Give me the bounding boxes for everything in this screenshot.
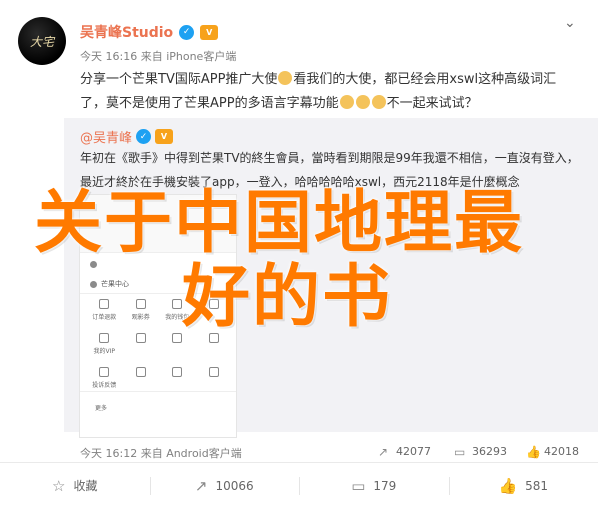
repost-forward-count[interactable]: ↗ 42077: [378, 445, 431, 458]
grid-icon: [172, 333, 183, 343]
verified-icon: ✓: [136, 129, 152, 144]
like-icon: 👍: [498, 476, 518, 495]
author-row: 吴青峰Studio ✓ V: [80, 22, 219, 42]
overlay-title-line-1: 关于中国地理最: [34, 184, 525, 263]
vip-badge-icon[interactable]: V: [200, 24, 219, 40]
phone-grid-cell: [123, 367, 160, 389]
emoji-icon: [355, 95, 370, 109]
like-count: 581: [525, 478, 549, 493]
repost-meta: 今天 16:12 来自 Android客户端: [80, 447, 242, 460]
phone-grid-cell: 我的VIP: [86, 333, 123, 355]
repost-comment-count[interactable]: ▭ 36293: [454, 445, 507, 458]
post-text: 分享一个芒果TV国际APP推广大使 看我们的大使，都已经会用xswl这种高级词汇了…: [80, 68, 580, 116]
grid-icon: [99, 333, 110, 343]
emoji-icon: [371, 95, 386, 109]
favorite-label: 收藏: [73, 479, 98, 493]
grid-icon: [99, 299, 110, 309]
post-meta: 今天 16:16 来自 iPhone客户端: [80, 50, 237, 63]
like-button[interactable]: 👍 581: [448, 463, 598, 508]
grid-icon: [135, 333, 146, 343]
grid-icon: [208, 367, 219, 377]
grid-icon: [135, 299, 146, 309]
phone-row: 芒果中心: [90, 279, 129, 289]
action-bar: ☆ 收藏 ↗ 10066 ▭ 179 👍 581: [0, 462, 598, 508]
vip-badge-icon[interactable]: V: [155, 129, 174, 144]
emoji-icon: [339, 95, 354, 109]
post-text-part-3: 不一起来试试？: [386, 96, 478, 111]
weibo-post: 大宅 吴青峰Studio ✓ V 今天 16:16 来自 iPhone客户端 ⌄…: [0, 0, 598, 508]
phone-grid-cell: 观影券: [123, 299, 160, 321]
comment-count: 179: [373, 478, 397, 493]
forward-button[interactable]: ↗ 10066: [149, 463, 300, 508]
phone-grid-cell: [123, 333, 160, 355]
grid-icon: [135, 367, 146, 377]
avatar[interactable]: 大宅: [18, 17, 66, 65]
phone-grid-cell: 投诉反馈: [86, 367, 123, 389]
forward-count: 10066: [215, 478, 254, 493]
verified-icon: ✓: [179, 24, 195, 40]
phone-grid-cell: [196, 367, 233, 389]
repost-author-row: @吴青峰 ✓ V: [80, 127, 174, 146]
phone-more-label: 更多: [95, 405, 108, 412]
grid-icon: [172, 299, 183, 309]
overlay-title-line-2: 好的书: [182, 258, 393, 337]
like-icon: 👍: [526, 444, 541, 459]
comment-button[interactable]: ▭ 179: [299, 463, 449, 508]
comment-icon: ▭: [454, 444, 466, 459]
phone-row-icon: [90, 280, 97, 288]
chevron-down-icon[interactable]: ⌄: [564, 16, 578, 30]
repost-author[interactable]: @吴青峰: [80, 127, 132, 146]
grid-icon: [172, 367, 183, 377]
emoji-icon: [278, 71, 293, 85]
forward-icon: ↗: [194, 476, 208, 495]
phone-grid-cell: [159, 367, 196, 389]
author-name[interactable]: 吴青峰Studio: [80, 22, 173, 42]
favorite-button[interactable]: ☆ 收藏: [0, 463, 150, 508]
forward-icon: ↗: [378, 444, 389, 459]
grid-icon: [99, 367, 110, 377]
repost-like-count[interactable]: 👍 42018: [526, 445, 579, 458]
post-text-part-1: 分享一个芒果TV国际APP推广大使: [80, 72, 278, 87]
comment-icon: ▭: [351, 476, 366, 495]
phone-grid-cell: 订单退款: [86, 299, 123, 321]
star-icon: ☆: [52, 476, 66, 495]
avatar-text: 大宅: [29, 34, 54, 49]
phone-divider: [80, 391, 236, 392]
